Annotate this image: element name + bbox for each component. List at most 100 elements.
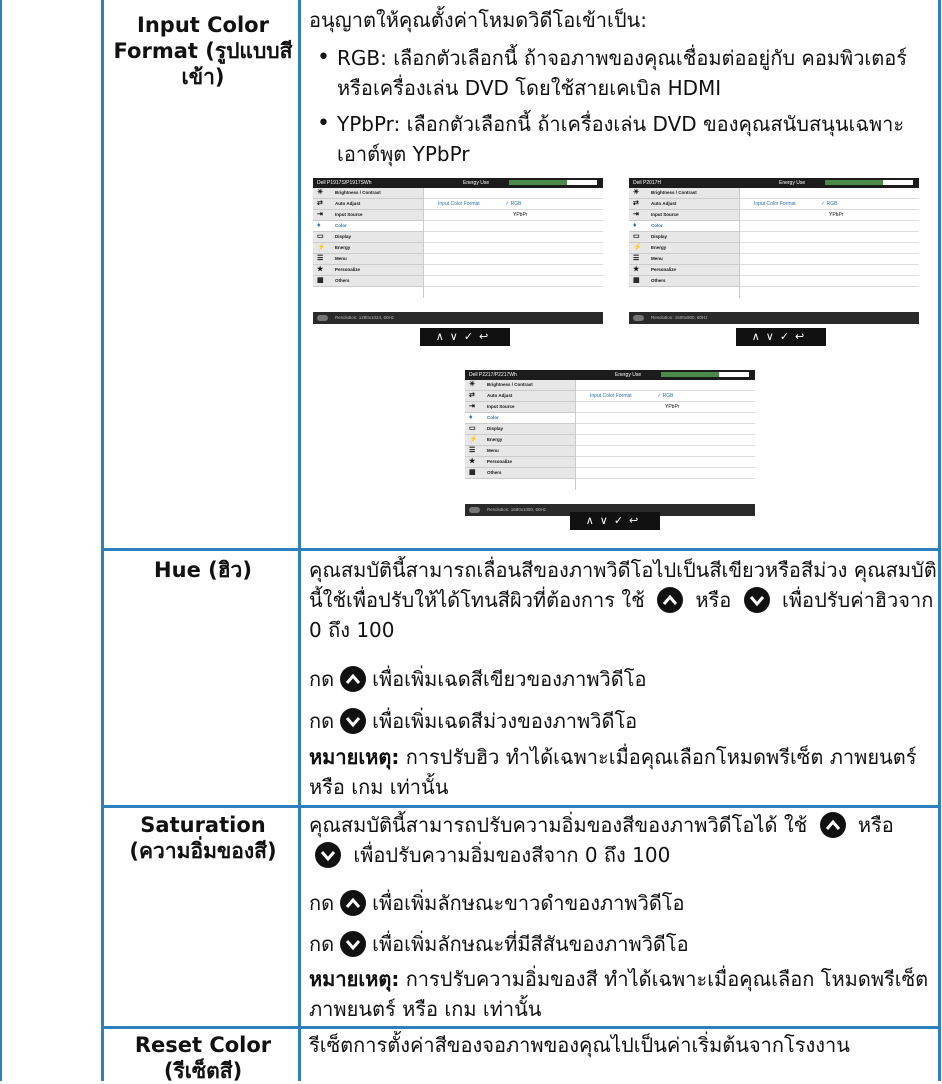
- osd-energy-bar: [509, 180, 597, 185]
- osd-menu-icon: ☀: [633, 189, 640, 196]
- osd-menu-icon: ♦: [317, 222, 321, 229]
- osd-menu-icon: ☰: [633, 255, 640, 262]
- osd-menu-item: ☰ Menu: [629, 254, 739, 265]
- osd-menu-item: ☀ Brightness / Contrast: [465, 380, 575, 391]
- up-arrow-icon: [657, 587, 684, 613]
- osd-header: Dell P2017H Energy Use: [629, 178, 919, 188]
- sat-up-text: เพื่อเพิ่มลักษณะขาวดำของภาพวิดีโอ: [372, 891, 685, 915]
- osd-menu-icon: ⇄: [317, 200, 323, 207]
- osd-header: Dell P1917S/P1917SWh Energy Use: [313, 178, 603, 188]
- osd-menu-icon: ♦: [633, 222, 637, 229]
- osd-menu-item: ▦ Others: [313, 276, 423, 287]
- osd-energy-use: Energy Use: [463, 180, 490, 186]
- row-divider: [101, 1026, 941, 1029]
- up-arrow-icon: [340, 890, 367, 916]
- osd-energy-use: Energy Use: [779, 180, 806, 186]
- osd-menu-screenshot: Dell P2017H Energy Use ☀ Brightness / Contr…: [629, 178, 919, 324]
- hue-label: Hue (ฮิว): [154, 558, 252, 582]
- osd-header: Dell P2217/P2217Wh Energy Use: [465, 370, 755, 380]
- osd-menu-icon: ☀: [469, 381, 476, 388]
- osd-menu-item: ▦ Others: [465, 468, 575, 479]
- osd-menu-item: ▭ Display: [313, 232, 423, 243]
- reset-color-description: รีเซ็ตการตั้งค่าสีของจอภาพของคุณไปเป็นค่…: [309, 1033, 850, 1057]
- osd-menu-icon: ▭: [317, 233, 324, 240]
- osd-control-buttons: ∧∨✓↩: [570, 512, 660, 530]
- saturation-label: Saturation (ความอิ่มของสี): [129, 813, 277, 863]
- ypbpr-description: YPbPr: เลือกตัวเลือกนี้ ถ้าเครื่องเล่น D…: [337, 112, 905, 166]
- range-text: เพื่อปรับความอิ่มของสีจาก 0 ถึง 100: [353, 843, 671, 867]
- osd-menu-item: ☀ Brightness / Contrast: [313, 188, 423, 199]
- osd-menu-item: ♦ Color: [465, 413, 575, 424]
- hue-up-text: เพื่อเพิ่มเฉดสีเขียวของภาพวิดีโอ: [372, 667, 647, 691]
- osd-menu-icon: ▦: [633, 277, 640, 284]
- osd-model-name: Dell P2217/P2217Wh: [469, 372, 517, 378]
- sat-note: หมายเหตุ: การปรับความอิ่มของสี ทำได้เฉพา…: [309, 964, 937, 1024]
- or-text: หรือ: [695, 588, 732, 612]
- row-divider: [101, 805, 941, 808]
- osd-menu-item: ▭ Display: [465, 424, 575, 435]
- osd-menu-item: ⚡ Energy: [629, 243, 739, 254]
- osd-menu-item: ♦ Color: [629, 221, 739, 232]
- right-border: [938, 0, 941, 1081]
- osd-input-color-format: Input Color Format: [590, 393, 632, 399]
- osd-menu-item: ★ Personalize: [313, 265, 423, 276]
- osd-menu-item: ⇥ Input Source: [465, 402, 575, 413]
- press-text: กด: [309, 709, 335, 733]
- hue-description: คุณสมบัติ​นี้สามารถเลื่อนสีของภาพวิดีโอไ…: [309, 555, 937, 645]
- osd-menu-icon: ⚡: [633, 244, 642, 251]
- osd-menu-icon: ☰: [317, 255, 324, 262]
- press-text: กด: [309, 932, 335, 956]
- osd-option-rgb: ✓ RGB: [821, 201, 838, 207]
- sat-desc-text: คุณสมบัตินี้สามารถปรับความอิ่มของสีของภา…: [309, 813, 808, 837]
- osd-menu-item: ⚡ Energy: [313, 243, 423, 254]
- osd-menu-item: ☰ Menu: [465, 446, 575, 457]
- osd-menu-icon: ★: [633, 266, 640, 273]
- osd-menu-icon: ★: [317, 266, 324, 273]
- input-color-format-label: Input Color Format (รูปแบบสีเข้า): [113, 13, 293, 89]
- osd-energy-bar: [825, 180, 913, 185]
- osd-menu-item: ☀ Brightness / Contrast: [629, 188, 739, 199]
- down-arrow-icon: [340, 931, 367, 957]
- reset-color-label: Reset Color (รีเซ็ตสี): [134, 1033, 272, 1083]
- osd-model-name: Dell P2017H: [633, 180, 662, 186]
- osd-menu-item: ▦ Others: [629, 276, 739, 287]
- osd-menu-item: ★ Personalize: [465, 457, 575, 468]
- left-border: [0, 0, 2, 1081]
- or-text: หรือ: [857, 813, 894, 837]
- osd-option-ypbpr: YPbPr: [665, 404, 680, 410]
- down-arrow-icon: [743, 587, 770, 613]
- row-divider: [101, 548, 941, 551]
- col-divider-1: [101, 0, 104, 1081]
- hue-up-line: กด เพื่อเพิ่มเฉดสีเขียวของภาพวิดีโอ: [309, 664, 937, 694]
- osd-menu-icon: ▦: [317, 277, 324, 284]
- sat-down-text: เพื่อเพิ่มลักษณะที่มีสีสันของภาพวิดีโอ: [372, 932, 689, 956]
- press-text: กด: [309, 667, 335, 691]
- hue-note: หมายเหตุ: การปรับฮิว ทำได้เฉพาะเมื่อคุณเ…: [309, 742, 937, 802]
- osd-energy-use: Energy Use: [615, 372, 642, 378]
- sat-up-line: กด เพื่อเพิ่มลักษณะขาวดำของภาพวิดีโอ: [309, 888, 937, 918]
- osd-menu-item: ☰ Menu: [313, 254, 423, 265]
- osd-model-name: Dell P1917S/P1917SWh: [317, 180, 372, 186]
- osd-menu-screenshot: Dell P2217/P2217Wh Energy Use ☀ Brightness …: [465, 370, 755, 516]
- up-arrow-icon: [819, 812, 846, 838]
- osd-menu-icon: ⇥: [633, 211, 639, 218]
- osd-menu-icon: ★: [469, 458, 476, 465]
- note-label: หมายเหตุ:: [309, 745, 400, 769]
- saturation-description: คุณสมบัตินี้สามารถปรับความอิ่มของสีของภา…: [309, 810, 937, 870]
- osd-menu-icon: ⚡: [317, 244, 326, 251]
- sat-down-line: กด เพื่อเพิ่มลักษณะที่มีสีสันของภาพวิดีโอ: [309, 929, 937, 959]
- osd-menu-item: ⇥ Input Source: [629, 210, 739, 221]
- note-text: การปรับฮิว ทำได้เฉพาะเมื่อคุณเลือกโหมดพร…: [309, 745, 917, 799]
- osd-energy-bar: [661, 372, 749, 377]
- osd-footer: Resolution: 1280x1024, 60Hz: [313, 312, 603, 324]
- note-text: การปรับความอิ่มของสี ทำได้เฉพาะเมื่อคุณเ…: [309, 967, 929, 1021]
- osd-menu-item: ⇄ Auto Adjust: [313, 199, 423, 210]
- osd-menu-icon: ▭: [633, 233, 640, 240]
- osd-option-ypbpr: YPbPr: [829, 212, 844, 218]
- hue-down-text: เพื่อเพิ่มเฉดสีม่วงของภาพวิดีโอ: [372, 709, 638, 733]
- osd-menu-item: ⇄ Auto Adjust: [629, 199, 739, 210]
- down-arrow-icon: [315, 842, 341, 868]
- osd-option-rgb: ✓ RGB: [505, 201, 522, 207]
- rgb-description: RGB: เลือกตัวเลือกนี้ ถ้าจอภาพของคุณเชื่…: [337, 46, 907, 100]
- osd-menu-item: ⇄ Auto Adjust: [465, 391, 575, 402]
